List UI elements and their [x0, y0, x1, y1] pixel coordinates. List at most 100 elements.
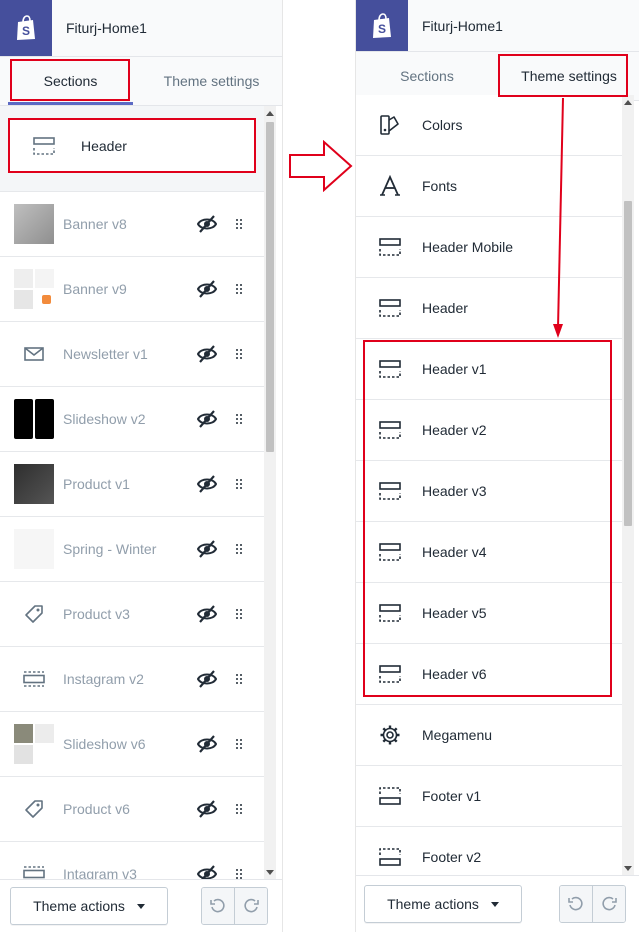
- drag-handle-icon[interactable]: [232, 474, 246, 494]
- section-item-product-v3[interactable]: Product v3: [0, 582, 264, 647]
- setting-item-label: Header: [422, 300, 468, 316]
- section-item-label: Slideshow v2: [63, 411, 146, 427]
- scroll-up-arrow-icon[interactable]: [624, 100, 632, 105]
- footer-layout-icon: [370, 837, 410, 877]
- section-item-spring-winter[interactable]: Spring - Winter: [0, 517, 264, 582]
- section-item-product-v1[interactable]: Product v1: [0, 452, 264, 517]
- theme-actions-button[interactable]: Theme actions: [364, 885, 522, 923]
- setting-item-label: Megamenu: [422, 727, 493, 743]
- panel-footer: Theme actions: [356, 875, 639, 932]
- theme-actions-label: Theme actions: [387, 896, 479, 912]
- eye-slash-icon[interactable]: [196, 408, 218, 430]
- image-collage-thumbnail: [14, 269, 54, 309]
- redo-icon: [602, 896, 617, 911]
- eye-slash-icon[interactable]: [196, 473, 218, 495]
- eye-slash-icon[interactable]: [196, 733, 218, 755]
- setting-item-footer-v1[interactable]: Footer v1: [356, 766, 622, 827]
- setting-item-label: Footer v1: [422, 788, 482, 804]
- caret-down-icon: [136, 903, 145, 909]
- right-arrow-annotation: [289, 140, 353, 192]
- section-layout-icon: [14, 659, 54, 699]
- section-item-slideshow-v2[interactable]: Slideshow v2: [0, 387, 264, 452]
- theme-settings-panel: S Fiturj-Home1 Sections Theme settings C…: [355, 0, 639, 932]
- undo-icon: [210, 898, 225, 913]
- tab-sections[interactable]: Sections: [356, 52, 498, 100]
- drag-handle-icon[interactable]: [232, 214, 246, 234]
- scrollbar-thumb[interactable]: [266, 122, 274, 452]
- section-item-instagram-v2[interactable]: Instagram v2: [0, 647, 264, 712]
- top-bar: S Fiturj-Home1: [356, 0, 639, 52]
- section-item-banner-v9[interactable]: Banner v9: [0, 257, 264, 322]
- footer-layout-icon: [370, 776, 410, 816]
- drag-handle-icon[interactable]: [232, 279, 246, 299]
- caret-down-icon: [490, 901, 499, 907]
- redo-button[interactable]: [592, 886, 625, 922]
- header-layout-icon: [370, 288, 410, 328]
- setting-item-colors[interactable]: Colors: [356, 95, 622, 156]
- section-list-scrollbar[interactable]: [264, 106, 276, 880]
- setting-item-header[interactable]: Header: [356, 278, 622, 339]
- sections-panel: S Fiturj-Home1 Sections Theme settings H…: [0, 0, 283, 932]
- header-layout-icon: [370, 227, 410, 267]
- scrollbar-thumb[interactable]: [624, 201, 632, 526]
- eye-slash-icon[interactable]: [196, 668, 218, 690]
- header-layout-icon: [24, 126, 64, 166]
- scroll-up-arrow-icon[interactable]: [266, 111, 274, 116]
- scroll-down-arrow-icon[interactable]: [266, 870, 274, 875]
- drag-handle-icon[interactable]: [232, 734, 246, 754]
- eye-slash-icon[interactable]: [196, 213, 218, 235]
- header-section-button[interactable]: Header: [8, 118, 256, 173]
- eye-slash-icon[interactable]: [196, 603, 218, 625]
- tag-icon: [14, 594, 54, 634]
- theme-settings-tab-highlight: [498, 54, 628, 97]
- settings-list-scrollbar[interactable]: [622, 95, 634, 876]
- shopify-bag-icon: S: [373, 12, 391, 38]
- gear-icon: [370, 715, 410, 755]
- eye-slash-icon[interactable]: [196, 278, 218, 300]
- redo-button[interactable]: [234, 888, 267, 924]
- shopify-logo[interactable]: S: [0, 0, 52, 56]
- eye-slash-icon[interactable]: [196, 343, 218, 365]
- svg-text:S: S: [378, 22, 386, 36]
- theme-actions-button[interactable]: Theme actions: [10, 887, 168, 925]
- store-name: Fiturj-Home1: [422, 17, 503, 34]
- eye-slash-icon[interactable]: [196, 798, 218, 820]
- section-item-label: Product v3: [63, 606, 130, 622]
- drag-handle-icon[interactable]: [232, 799, 246, 819]
- section-item-label: Product v6: [63, 801, 130, 817]
- shopify-logo[interactable]: S: [356, 0, 408, 51]
- drag-handle-icon[interactable]: [232, 669, 246, 689]
- setting-item-fonts[interactable]: Fonts: [356, 156, 622, 217]
- drag-handle-icon[interactable]: [232, 409, 246, 429]
- drag-handle-icon[interactable]: [232, 539, 246, 559]
- section-item-banner-v8[interactable]: Banner v8: [0, 192, 264, 257]
- section-item-label: Banner v8: [63, 216, 127, 232]
- section-item-newsletter-v1[interactable]: Newsletter v1: [0, 322, 264, 387]
- setting-item-label: Header Mobile: [422, 239, 514, 255]
- paint-brush-icon: [370, 105, 410, 145]
- setting-item-megamenu[interactable]: Megamenu: [356, 705, 622, 766]
- setting-item-label: Footer v2: [422, 849, 482, 865]
- section-item-label: Spring - Winter: [63, 541, 157, 557]
- shopify-bag-icon: S: [17, 15, 35, 40]
- blank-thumbnail: [14, 529, 54, 569]
- redo-icon: [244, 898, 259, 913]
- setting-item-header-mobile[interactable]: Header Mobile: [356, 217, 622, 278]
- undo-button[interactable]: [560, 886, 592, 922]
- section-item-product-v6[interactable]: Product v6: [0, 777, 264, 842]
- section-item-label: Header: [81, 137, 127, 154]
- undo-redo-group: [559, 885, 626, 923]
- section-list: Header Banner v8 Banner v9 Newsletter v1…: [0, 106, 264, 907]
- scroll-down-arrow-icon[interactable]: [624, 866, 632, 871]
- drag-handle-icon[interactable]: [232, 604, 246, 624]
- theme-actions-label: Theme actions: [33, 898, 125, 914]
- tab-theme-settings[interactable]: Theme settings: [141, 57, 282, 105]
- down-arrow-annotation: [553, 97, 564, 338]
- drag-handle-icon[interactable]: [232, 344, 246, 364]
- section-item-header: Header: [0, 106, 264, 192]
- section-item-label: Slideshow v6: [63, 736, 146, 752]
- setting-item-label: Fonts: [422, 178, 458, 194]
- undo-button[interactable]: [202, 888, 234, 924]
- section-item-slideshow-v6[interactable]: Slideshow v6: [0, 712, 264, 777]
- eye-slash-icon[interactable]: [196, 538, 218, 560]
